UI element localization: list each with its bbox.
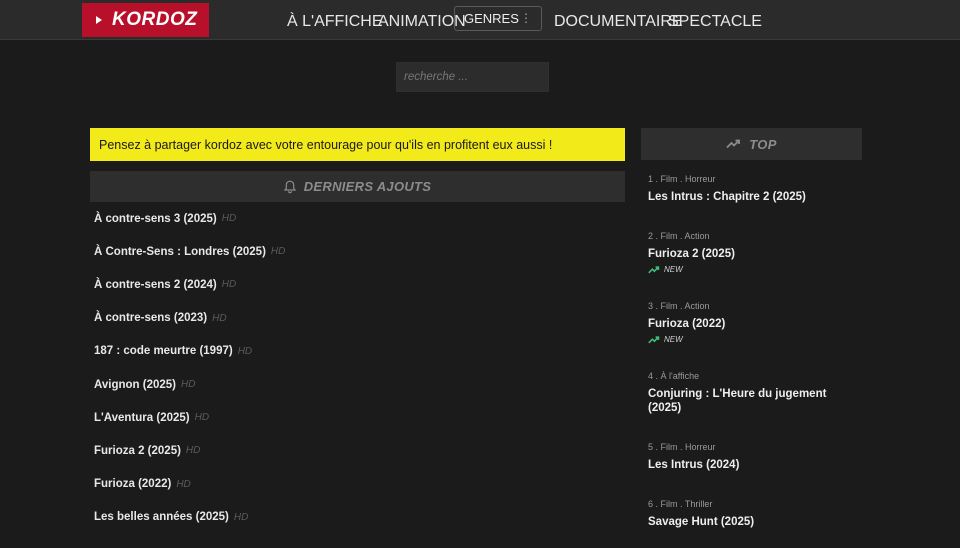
latest-additions-list: À contre-sens 3 (2025) HD À Contre-Sens … xyxy=(90,202,625,534)
top-heading: TOP xyxy=(749,136,777,152)
quality-badge: HD xyxy=(237,345,253,357)
latest-item-title: À contre-sens 3 (2025) xyxy=(94,212,217,225)
latest-item-title: Avignon (2025) xyxy=(94,378,177,391)
top-item[interactable]: 3 . Film . Action Furioza (2022) NEW xyxy=(648,301,858,344)
logo-text: KORDOZ xyxy=(112,9,198,30)
latest-item[interactable]: 187 : code meurtre (1997) HD xyxy=(90,335,625,368)
top-item[interactable]: 1 . Film . Horreur Les Intrus : Chapitre… xyxy=(648,174,858,204)
latest-item[interactable]: À contre-sens 3 (2025) HD xyxy=(90,202,625,235)
trending-up-icon xyxy=(648,335,660,343)
play-icon xyxy=(96,16,102,24)
top-item[interactable]: 6 . Film . Thriller Savage Hunt (2025) xyxy=(648,499,858,529)
latest-item[interactable]: Furioza 2 (2025) HD xyxy=(90,434,625,467)
latest-item-title: 187 : code meurtre (1997) xyxy=(94,345,233,358)
trending-up-icon xyxy=(726,139,741,149)
nav-animation[interactable]: ANIMATION xyxy=(378,13,466,31)
top-item-title: Furioza (2022) xyxy=(648,318,726,330)
top-item-meta: 3 . Film . Action xyxy=(648,301,710,311)
top-item[interactable]: 4 . À l'affiche Conjuring : L'Heure du j… xyxy=(648,371,858,415)
quality-badge: HD xyxy=(233,511,249,523)
latest-item-title: À contre-sens 2 (2024) xyxy=(94,278,217,291)
new-badge-label: NEW xyxy=(664,335,683,344)
trending-up-icon xyxy=(648,265,660,273)
latest-item[interactable]: À contre-sens 2 (2024) HD xyxy=(90,268,625,301)
latest-item[interactable]: Les belles années (2025) HD xyxy=(90,501,625,534)
share-notice-banner: Pensez à partager kordoz avec votre ento… xyxy=(90,128,625,161)
top-header: TOP xyxy=(641,128,862,160)
top-item-title: Savage Hunt (2025) xyxy=(648,516,755,528)
top-item[interactable]: 2 . Film . Action Furioza 2 (2025) NEW xyxy=(648,231,858,274)
more-vertical-icon: ⋮ xyxy=(520,11,532,25)
quality-badge: HD xyxy=(212,312,227,324)
top-item-title: Furioza 2 (2025) xyxy=(648,248,735,260)
quality-badge: HD xyxy=(176,478,191,490)
latest-item-title: Les belles années (2025) xyxy=(94,511,229,524)
bell-icon xyxy=(283,180,296,193)
quality-badge: HD xyxy=(221,213,237,225)
share-notice-text: Pensez à partager kordoz avec votre ento… xyxy=(99,137,553,152)
nav-genres-label: GENRES xyxy=(464,11,519,26)
nav-spectacle[interactable]: SPECTACLE xyxy=(668,13,762,31)
top-navigation-bar: KORDOZ À L'AFFICHE ANIMATION GENRES ⋮ DO… xyxy=(0,0,960,40)
latest-item[interactable]: À Contre-Sens : Londres (2025) HD xyxy=(90,235,625,268)
latest-item-title: L'Aventura (2025) xyxy=(94,411,190,424)
top-item-meta: 2 . Film . Action xyxy=(648,231,710,241)
top-item-meta: 4 . À l'affiche xyxy=(648,371,700,381)
latest-additions-heading: DERNIERS AJOUTS xyxy=(303,179,432,194)
nav-a-laffiche[interactable]: À L'AFFICHE xyxy=(287,13,383,31)
quality-badge: HD xyxy=(185,445,201,457)
quality-badge: HD xyxy=(181,379,196,391)
latest-item-title: À Contre-Sens : Londres (2025) xyxy=(94,245,266,258)
nav-documentaire[interactable]: DOCUMENTAIRE xyxy=(554,13,683,31)
new-badge: NEW xyxy=(648,265,858,274)
top-item-title: Conjuring : L'Heure du jugement (2025) xyxy=(648,388,827,414)
latest-item[interactable]: Furioza (2022) HD xyxy=(90,468,625,501)
latest-item-title: À contre-sens (2023) xyxy=(94,312,208,325)
latest-item-title: Furioza (2022) xyxy=(94,478,172,491)
new-badge-label: NEW xyxy=(664,265,683,274)
latest-item[interactable]: À contre-sens (2023) HD xyxy=(90,302,625,335)
top-item-title: Les Intrus (2024) xyxy=(648,459,740,471)
quality-badge: HD xyxy=(221,279,237,291)
top-item[interactable]: 5 . Film . Horreur Les Intrus (2024) xyxy=(648,442,858,472)
quality-badge: HD xyxy=(194,412,210,424)
latest-additions-header: DERNIERS AJOUTS xyxy=(90,171,625,202)
new-badge: NEW xyxy=(648,335,858,344)
top-item-meta: 6 . Film . Thriller xyxy=(648,499,713,509)
latest-item[interactable]: L'Aventura (2025) HD xyxy=(90,401,625,434)
latest-item-title: Furioza 2 (2025) xyxy=(94,444,181,457)
top-item-title: Les Intrus : Chapitre 2 (2025) xyxy=(648,191,806,203)
nav-genres-dropdown[interactable]: GENRES ⋮ xyxy=(454,6,542,31)
quality-badge: HD xyxy=(270,246,286,258)
latest-item[interactable]: Avignon (2025) HD xyxy=(90,368,625,401)
site-logo[interactable]: KORDOZ xyxy=(82,3,209,37)
top-item-meta: 5 . Film . Horreur xyxy=(648,442,716,452)
top-item-meta: 1 . Film . Horreur xyxy=(648,174,716,184)
search-input[interactable] xyxy=(396,62,549,92)
